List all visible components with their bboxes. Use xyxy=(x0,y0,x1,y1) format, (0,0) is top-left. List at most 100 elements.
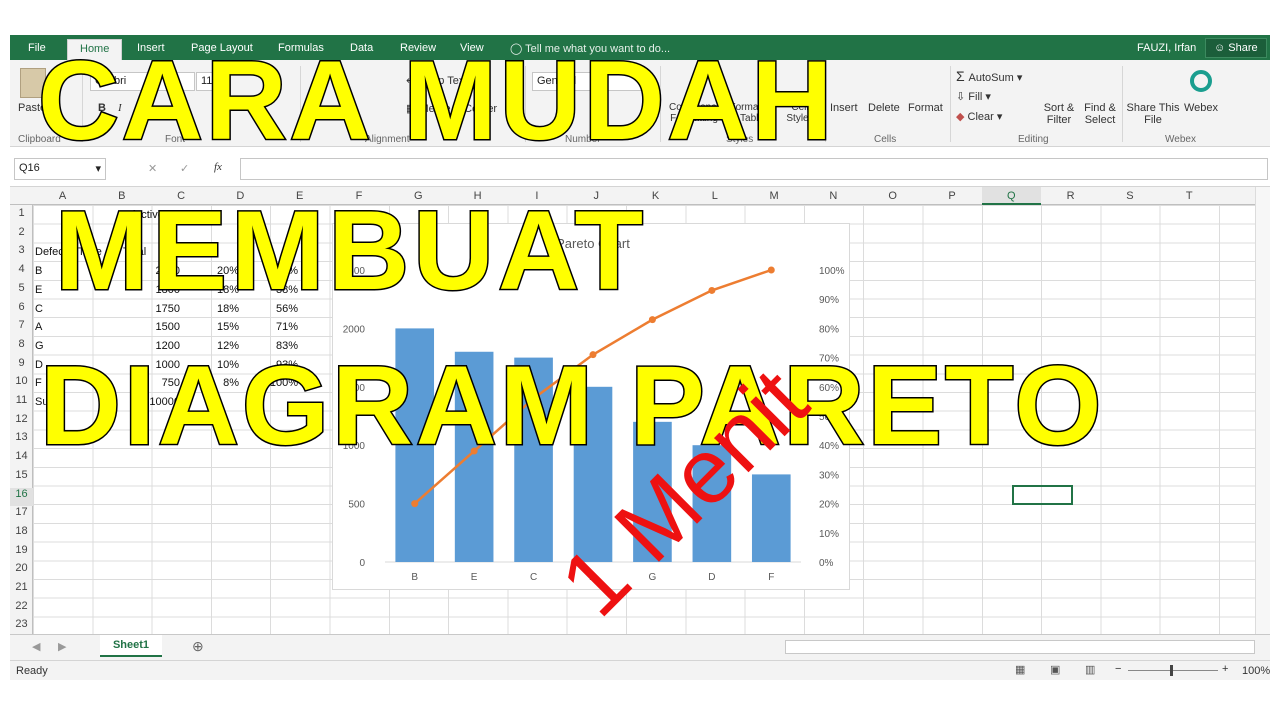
prev-sheet-icon[interactable]: ◀ xyxy=(32,640,40,653)
overlay-title-line1: CARA MUDAH xyxy=(36,38,836,163)
sigma-icon: Σ xyxy=(956,68,969,84)
row-header-17[interactable]: 17 xyxy=(10,506,33,525)
add-sheet-icon[interactable]: ⊕ xyxy=(192,638,204,655)
x-tick-label: D xyxy=(708,572,715,583)
chevron-down-icon: ▾ xyxy=(95,163,101,175)
share-this-file-button[interactable]: Share This File xyxy=(1126,102,1180,126)
row-header-19[interactable]: 19 xyxy=(10,544,33,563)
webex-icon xyxy=(1190,70,1212,92)
row-header-15[interactable]: 15 xyxy=(10,469,33,488)
zoom-out-icon[interactable]: − xyxy=(1115,663,1121,675)
y-tick-label: 0 xyxy=(359,558,365,569)
zoom-slider[interactable] xyxy=(1128,670,1218,671)
line-point-g xyxy=(648,316,656,324)
row-header-9[interactable]: 9 xyxy=(10,357,33,376)
delete-cells-button[interactable]: Delete xyxy=(868,102,900,114)
cells-group-label: Cells xyxy=(874,134,897,145)
horizontal-scrollbar[interactable] xyxy=(785,640,1255,654)
column-header-t[interactable]: T xyxy=(1160,190,1219,202)
zoom-level[interactable]: 100% xyxy=(1242,665,1270,677)
row-header-7[interactable]: 7 xyxy=(10,319,33,338)
row-header-3[interactable]: 3 xyxy=(10,244,33,263)
status-bar: Ready ▦ ▣ ▥ − + 100% xyxy=(10,660,1270,680)
line-point-f xyxy=(767,266,775,274)
share-button[interactable]: ☺ Share xyxy=(1205,38,1267,58)
row-header-22[interactable]: 22 xyxy=(10,600,33,619)
row-header-1[interactable]: 1 xyxy=(10,207,33,226)
row-header-5[interactable]: 5 xyxy=(10,282,33,301)
column-header-m[interactable]: M xyxy=(745,190,804,202)
line-point-d xyxy=(708,286,716,294)
column-header-p[interactable]: P xyxy=(923,190,982,202)
row-header-20[interactable]: 20 xyxy=(10,562,33,581)
chevron-down-icon: ▾ xyxy=(1013,72,1023,84)
clear-button[interactable]: ◆ Clear ▾ xyxy=(956,110,1002,123)
overlay-title-line2: MEMBUAT xyxy=(53,188,648,313)
enter-icon[interactable]: ✓ xyxy=(180,162,189,175)
y-tick-label: 2000 xyxy=(343,324,366,335)
find-select-button[interactable]: Find & Select xyxy=(1080,102,1120,126)
webex-button[interactable]: Webex xyxy=(1184,102,1218,114)
page-layout-view-icon[interactable]: ▣ xyxy=(1050,663,1060,676)
zoom-in-icon[interactable]: + xyxy=(1222,663,1228,675)
row-header-14[interactable]: 14 xyxy=(10,450,33,469)
cell-defect-type[interactable]: C xyxy=(35,303,43,315)
y2-tick-label: 30% xyxy=(819,470,839,481)
column-header-o[interactable]: O xyxy=(863,190,922,202)
row-header-6[interactable]: 6 xyxy=(10,301,33,320)
eraser-icon: ◆ xyxy=(956,111,968,123)
autosum-button[interactable]: Σ AutoSum ▾ xyxy=(956,68,1022,84)
chevron-down-icon: ▾ xyxy=(982,91,991,103)
cell-percent[interactable]: 15% xyxy=(184,321,239,333)
y2-tick-label: 80% xyxy=(819,324,839,335)
row-header-2[interactable]: 2 xyxy=(10,226,33,245)
selected-cell-q16[interactable] xyxy=(1012,485,1073,505)
x-tick-label: E xyxy=(471,572,478,583)
column-header-n[interactable]: N xyxy=(804,190,863,202)
vertical-scrollbar[interactable] xyxy=(1255,187,1270,634)
y2-tick-label: 0% xyxy=(819,558,834,569)
cell-total[interactable]: 1500 xyxy=(125,321,180,333)
next-sheet-icon[interactable]: ▶ xyxy=(58,640,66,653)
normal-view-icon[interactable]: ▦ xyxy=(1015,663,1025,676)
row-header-11[interactable]: 11 xyxy=(10,394,33,413)
row-header-18[interactable]: 18 xyxy=(10,525,33,544)
fill-down-icon: ⇩ xyxy=(956,91,969,103)
row-header-12[interactable]: 12 xyxy=(10,413,33,432)
cell-defect-type[interactable]: A xyxy=(35,321,42,333)
x-tick-label: B xyxy=(411,572,418,583)
column-header-r[interactable]: R xyxy=(1041,190,1100,202)
user-name[interactable]: FAUZI, Irfan xyxy=(1137,42,1196,54)
row-headers: 1 2 3 4 5 6 7 8 9 10 11 12 13 14 15 16 17 18 19 20 21 22 23 xyxy=(10,205,33,634)
fill-button[interactable]: ⇩ Fill ▾ xyxy=(956,90,991,103)
row-header-13[interactable]: 13 xyxy=(10,431,33,450)
overlay-title-line3: DIAGRAM PARETO xyxy=(39,343,1105,468)
y2-tick-label: 10% xyxy=(819,529,839,540)
webex-group-label: Webex xyxy=(1165,134,1196,145)
row-header-16[interactable]: 16 xyxy=(10,487,33,507)
column-header-s[interactable]: S xyxy=(1100,190,1159,202)
y2-tick-label: 90% xyxy=(819,295,839,306)
row-header-10[interactable]: 10 xyxy=(10,375,33,394)
sheet-tab-sheet1[interactable]: Sheet1 xyxy=(100,635,162,657)
line-point-b xyxy=(411,500,419,508)
row-header-21[interactable]: 21 xyxy=(10,581,33,600)
cell-defect-type[interactable]: B xyxy=(35,265,42,277)
page-break-view-icon[interactable]: ▥ xyxy=(1085,663,1095,676)
zoom-slider-thumb[interactable] xyxy=(1170,665,1173,676)
row-header-4[interactable]: 4 xyxy=(10,263,33,282)
column-header-q[interactable]: Q xyxy=(981,187,1041,205)
cell-defect-type[interactable]: E xyxy=(35,284,42,296)
sort-filter-button[interactable]: Sort & Filter xyxy=(1040,102,1078,126)
x-tick-label: F xyxy=(768,572,774,583)
format-cells-button[interactable]: Format xyxy=(908,102,943,114)
x-tick-label: C xyxy=(530,572,537,583)
status-ready: Ready xyxy=(16,665,48,677)
divider xyxy=(950,66,951,142)
column-header-l[interactable]: L xyxy=(685,190,744,202)
cancel-icon[interactable]: ✕ xyxy=(148,162,157,175)
sheet-tab-bar: ◀ ▶ Sheet1 ⊕ xyxy=(10,634,1270,660)
chevron-down-icon: ▾ xyxy=(993,111,1003,123)
row-header-8[interactable]: 8 xyxy=(10,338,33,357)
cell-cumulative[interactable]: 71% xyxy=(243,321,298,333)
